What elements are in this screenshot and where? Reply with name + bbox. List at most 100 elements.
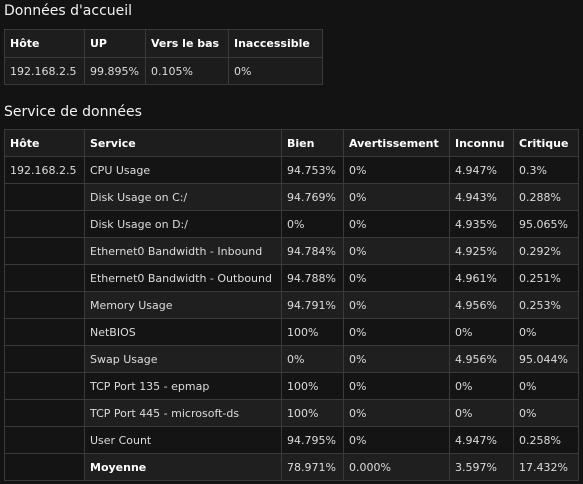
host-cell: 192.168.2.5 [4,156,85,184]
service-name: Ethernet0 Bandwidth - Outbound [84,264,282,292]
host-cell [4,399,85,427]
unreachable-value: 0% [228,57,323,85]
ok-value: 100% [281,399,344,427]
host-cell [4,372,85,400]
service-name: Memory Usage [84,291,282,319]
col-header-unknown[interactable]: Inconnu [449,129,514,157]
host-table-header-row: Hôte UP Vers le bas Inaccessible [4,29,323,58]
critical-value: 95.065% [513,210,579,238]
host-cell [4,210,85,238]
table-row: Ethernet0 Bandwidth - Inbound 94.784% 0%… [4,237,579,265]
down-value: 0.105% [145,57,229,85]
critical-value: 0% [513,372,579,400]
unknown-value: 4.947% [449,156,514,184]
table-row: Disk Usage on C:/ 94.769% 0% 4.943% 0.28… [4,183,579,211]
average-row: Moyenne 78.971% 0.000% 3.597% 17.432% [4,453,579,481]
ok-value: 94.795% [281,426,344,454]
table-row: User Count 94.795% 0% 4.947% 0.258% [4,426,579,454]
critical-value: 0% [513,399,579,427]
critical-value: 0% [513,318,579,346]
table-row: Ethernet0 Bandwidth - Outbound 94.788% 0… [4,264,579,292]
average-ok-value: 78.971% [281,453,344,481]
service-name: TCP Port 445 - microsoft-ds [84,399,282,427]
average-critical-value: 17.432% [513,453,579,481]
unknown-value: 4.961% [449,264,514,292]
table-row: NetBIOS 100% 0% 0% 0% [4,318,579,346]
col-header-unreachable[interactable]: Inaccessible [228,29,323,58]
critical-value: 0.288% [513,183,579,211]
unknown-value: 0% [449,399,514,427]
warning-value: 0% [343,291,450,319]
ok-value: 100% [281,372,344,400]
warning-value: 0% [343,318,450,346]
service-name: User Count [84,426,282,454]
col-header-ok[interactable]: Bien [281,129,344,157]
service-data-title: Service de données [4,104,142,120]
table-row: Disk Usage on D:/ 0% 0% 4.935% 95.065% [4,210,579,238]
critical-value: 0.258% [513,426,579,454]
unknown-value: 0% [449,372,514,400]
warning-value: 0% [343,372,450,400]
ok-value: 94.753% [281,156,344,184]
average-warning-value: 0.000% [343,453,450,481]
service-name: NetBIOS [84,318,282,346]
warning-value: 0% [343,183,450,211]
table-row: 192.168.2.5 99.895% 0.105% 0% [4,57,323,85]
warning-value: 0% [343,345,450,373]
col-header-host[interactable]: Hôte [4,29,85,58]
ok-value: 0% [281,345,344,373]
col-header-host[interactable]: Hôte [4,129,85,157]
unknown-value: 4.943% [449,183,514,211]
unknown-value: 4.956% [449,345,514,373]
table-row: Memory Usage 94.791% 0% 4.956% 0.253% [4,291,579,319]
critical-value: 95.044% [513,345,579,373]
critical-value: 0.3% [513,156,579,184]
col-header-up[interactable]: UP [84,29,146,58]
host-cell [4,426,85,454]
table-row: TCP Port 135 - epmap 100% 0% 0% 0% [4,372,579,400]
unknown-value: 4.956% [449,291,514,319]
ok-value: 94.791% [281,291,344,319]
ok-value: 94.784% [281,237,344,265]
critical-value: 0.253% [513,291,579,319]
host-data-title: Données d'accueil [4,3,133,19]
average-label: Moyenne [84,453,282,481]
unknown-value: 4.925% [449,237,514,265]
ok-value: 0% [281,210,344,238]
average-unknown-value: 3.597% [449,453,514,481]
host-cell: 192.168.2.5 [4,57,85,85]
host-cell [4,264,85,292]
unknown-value: 0% [449,318,514,346]
col-header-service[interactable]: Service [84,129,282,157]
critical-value: 0.251% [513,264,579,292]
host-cell [4,183,85,211]
unknown-value: 4.947% [449,426,514,454]
service-name: CPU Usage [84,156,282,184]
service-table-header-row: Hôte Service Bien Avertissement Inconnu … [4,129,579,157]
host-cell [4,318,85,346]
warning-value: 0% [343,399,450,427]
service-name: Disk Usage on D:/ [84,210,282,238]
host-data-table: Hôte UP Vers le bas Inaccessible 192.168… [4,29,323,85]
col-header-down[interactable]: Vers le bas [145,29,229,58]
service-name: Ethernet0 Bandwidth - Inbound [84,237,282,265]
critical-value: 0.292% [513,237,579,265]
ok-value: 94.769% [281,183,344,211]
host-cell [4,345,85,373]
col-header-critical[interactable]: Critique [513,129,579,157]
warning-value: 0% [343,426,450,454]
table-row: TCP Port 445 - microsoft-ds 100% 0% 0% 0… [4,399,579,427]
unknown-value: 4.935% [449,210,514,238]
warning-value: 0% [343,210,450,238]
warning-value: 0% [343,156,450,184]
service-name: Disk Usage on C:/ [84,183,282,211]
host-cell [4,237,85,265]
ok-value: 100% [281,318,344,346]
warning-value: 0% [343,264,450,292]
col-header-warning[interactable]: Avertissement [343,129,450,157]
up-value: 99.895% [84,57,146,85]
table-row: 192.168.2.5 CPU Usage 94.753% 0% 4.947% … [4,156,579,184]
service-name: TCP Port 135 - epmap [84,372,282,400]
host-cell [4,453,85,481]
host-cell [4,291,85,319]
